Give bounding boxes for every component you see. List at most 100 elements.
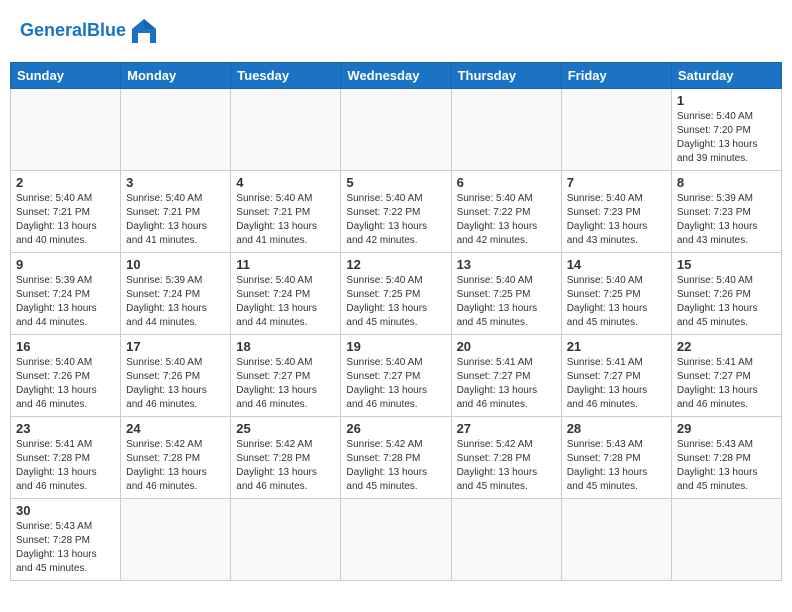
- day-number: 22: [677, 339, 776, 354]
- logo: GeneralBlue: [20, 15, 160, 47]
- day-number: 18: [236, 339, 335, 354]
- day-info: Sunrise: 5:42 AM Sunset: 7:28 PM Dayligh…: [236, 438, 335, 494]
- day-info: Sunrise: 5:39 AM Sunset: 7:24 PM Dayligh…: [126, 274, 225, 330]
- calendar-cell: [561, 499, 671, 581]
- calendar-cell: 29 Sunrise: 5:43 AM Sunset: 7:28 PM Dayli…: [671, 417, 781, 499]
- calendar-cell: 19Sunrise: 5:40 AM Sunset: 7:27 PM Dayli…: [341, 335, 451, 417]
- calendar-cell: 22 Sunrise: 5:41 AM Sunset: 7:27 PM Dayli…: [671, 335, 781, 417]
- calendar-cell: 27 Sunrise: 5:42 AM Sunset: 7:28 PM Dayli…: [451, 417, 561, 499]
- calendar-cell: 7Sunrise: 5:40 AM Sunset: 7:23 PM Daylig…: [561, 171, 671, 253]
- day-info: Sunrise: 5:40 AM Sunset: 7:24 PM Dayligh…: [236, 274, 335, 330]
- week-row-2: 2 Sunrise: 5:40 AM Sunset: 7:21 PM Daylig…: [11, 171, 782, 253]
- day-number: 11: [236, 257, 335, 272]
- day-number: 29: [677, 421, 776, 436]
- calendar-cell: 9 Sunrise: 5:39 AM Sunset: 7:24 PM Daylig…: [11, 253, 121, 335]
- week-row-1: 1Sunrise: 5:40 AM Sunset: 7:20 PM Daylig…: [11, 89, 782, 171]
- day-info: Sunrise: 5:43 AM Sunset: 7:28 PM Dayligh…: [16, 520, 115, 576]
- calendar-cell: [121, 89, 231, 171]
- day-info: Sunrise: 5:41 AM Sunset: 7:27 PM Dayligh…: [567, 356, 666, 412]
- day-number: 21: [567, 339, 666, 354]
- calendar-cell: 24Sunrise: 5:42 AM Sunset: 7:28 PM Dayli…: [121, 417, 231, 499]
- calendar-cell: [231, 89, 341, 171]
- calendar-cell: 6 Sunrise: 5:40 AM Sunset: 7:22 PM Daylig…: [451, 171, 561, 253]
- logo-general: General: [20, 20, 87, 40]
- calendar-cell: 26 Sunrise: 5:42 AM Sunset: 7:28 PM Dayli…: [341, 417, 451, 499]
- calendar-cell: 2 Sunrise: 5:40 AM Sunset: 7:21 PM Daylig…: [11, 171, 121, 253]
- day-number: 25: [236, 421, 335, 436]
- day-info: Sunrise: 5:43 AM Sunset: 7:28 PM Dayligh…: [677, 438, 776, 494]
- calendar-cell: 14Sunrise: 5:40 AM Sunset: 7:25 PM Dayli…: [561, 253, 671, 335]
- day-info: Sunrise: 5:40 AM Sunset: 7:27 PM Dayligh…: [236, 356, 335, 412]
- day-number: 19: [346, 339, 445, 354]
- day-number: 30: [16, 503, 115, 518]
- week-row-3: 9 Sunrise: 5:39 AM Sunset: 7:24 PM Daylig…: [11, 253, 782, 335]
- day-info: Sunrise: 5:42 AM Sunset: 7:28 PM Dayligh…: [457, 438, 556, 494]
- day-info: Sunrise: 5:40 AM Sunset: 7:26 PM Dayligh…: [126, 356, 225, 412]
- day-number: 24: [126, 421, 225, 436]
- calendar-cell: 10 Sunrise: 5:39 AM Sunset: 7:24 PM Dayli…: [121, 253, 231, 335]
- day-header-friday: Friday: [561, 63, 671, 89]
- calendar-cell: [451, 499, 561, 581]
- day-number: 7: [567, 175, 666, 190]
- day-number: 27: [457, 421, 556, 436]
- day-number: 10: [126, 257, 225, 272]
- logo-blue: Blue: [87, 20, 126, 40]
- day-number: 15: [677, 257, 776, 272]
- calendar-table: SundayMondayTuesdayWednesdayThursdayFrid…: [10, 62, 782, 581]
- day-number: 8: [677, 175, 776, 190]
- calendar-cell: 18 Sunrise: 5:40 AM Sunset: 7:27 PM Dayli…: [231, 335, 341, 417]
- day-header-monday: Monday: [121, 63, 231, 89]
- day-number: 6: [457, 175, 556, 190]
- logo-text: GeneralBlue: [20, 21, 126, 41]
- day-info: Sunrise: 5:40 AM Sunset: 7:22 PM Dayligh…: [346, 192, 445, 248]
- calendar-cell: 11 Sunrise: 5:40 AM Sunset: 7:24 PM Dayli…: [231, 253, 341, 335]
- day-number: 9: [16, 257, 115, 272]
- calendar-cell: 23Sunrise: 5:41 AM Sunset: 7:28 PM Dayli…: [11, 417, 121, 499]
- calendar-cell: [231, 499, 341, 581]
- calendar-cell: 15Sunrise: 5:40 AM Sunset: 7:26 PM Dayli…: [671, 253, 781, 335]
- day-info: Sunrise: 5:40 AM Sunset: 7:25 PM Dayligh…: [457, 274, 556, 330]
- calendar-cell: 25 Sunrise: 5:42 AM Sunset: 7:28 PM Dayli…: [231, 417, 341, 499]
- day-number: 17: [126, 339, 225, 354]
- calendar-cell: 4Sunrise: 5:40 AM Sunset: 7:21 PM Daylig…: [231, 171, 341, 253]
- day-header-wednesday: Wednesday: [341, 63, 451, 89]
- calendar-cell: 17 Sunrise: 5:40 AM Sunset: 7:26 PM Dayli…: [121, 335, 231, 417]
- day-info: Sunrise: 5:41 AM Sunset: 7:28 PM Dayligh…: [16, 438, 115, 494]
- calendar-cell: 8 Sunrise: 5:39 AM Sunset: 7:23 PM Daylig…: [671, 171, 781, 253]
- week-row-5: 23Sunrise: 5:41 AM Sunset: 7:28 PM Dayli…: [11, 417, 782, 499]
- day-number: 1: [677, 93, 776, 108]
- page-header: GeneralBlue: [10, 10, 782, 52]
- day-header-tuesday: Tuesday: [231, 63, 341, 89]
- day-header-sunday: Sunday: [11, 63, 121, 89]
- calendar-cell: 3 Sunrise: 5:40 AM Sunset: 7:21 PM Daylig…: [121, 171, 231, 253]
- day-number: 12: [346, 257, 445, 272]
- calendar-cell: 30 Sunrise: 5:43 AM Sunset: 7:28 PM Dayli…: [11, 499, 121, 581]
- day-number: 4: [236, 175, 335, 190]
- day-info: Sunrise: 5:39 AM Sunset: 7:24 PM Dayligh…: [16, 274, 115, 330]
- day-info: Sunrise: 5:41 AM Sunset: 7:27 PM Dayligh…: [677, 356, 776, 412]
- day-number: 20: [457, 339, 556, 354]
- day-number: 3: [126, 175, 225, 190]
- calendar-cell: [671, 499, 781, 581]
- logo-icon: [128, 15, 160, 47]
- calendar-cell: 20 Sunrise: 5:41 AM Sunset: 7:27 PM Dayli…: [451, 335, 561, 417]
- calendar-cell: [341, 499, 451, 581]
- day-number: 13: [457, 257, 556, 272]
- day-header-thursday: Thursday: [451, 63, 561, 89]
- day-info: Sunrise: 5:41 AM Sunset: 7:27 PM Dayligh…: [457, 356, 556, 412]
- day-number: 2: [16, 175, 115, 190]
- day-info: Sunrise: 5:40 AM Sunset: 7:21 PM Dayligh…: [16, 192, 115, 248]
- day-info: Sunrise: 5:40 AM Sunset: 7:22 PM Dayligh…: [457, 192, 556, 248]
- calendar-cell: 21 Sunrise: 5:41 AM Sunset: 7:27 PM Dayli…: [561, 335, 671, 417]
- day-number: 26: [346, 421, 445, 436]
- calendar-cell: 12 Sunrise: 5:40 AM Sunset: 7:25 PM Dayli…: [341, 253, 451, 335]
- day-info: Sunrise: 5:40 AM Sunset: 7:25 PM Dayligh…: [346, 274, 445, 330]
- day-info: Sunrise: 5:39 AM Sunset: 7:23 PM Dayligh…: [677, 192, 776, 248]
- day-number: 5: [346, 175, 445, 190]
- day-info: Sunrise: 5:42 AM Sunset: 7:28 PM Dayligh…: [346, 438, 445, 494]
- day-header-saturday: Saturday: [671, 63, 781, 89]
- day-info: Sunrise: 5:40 AM Sunset: 7:21 PM Dayligh…: [126, 192, 225, 248]
- calendar-cell: [121, 499, 231, 581]
- calendar-cell: [341, 89, 451, 171]
- calendar-cell: 5 Sunrise: 5:40 AM Sunset: 7:22 PM Daylig…: [341, 171, 451, 253]
